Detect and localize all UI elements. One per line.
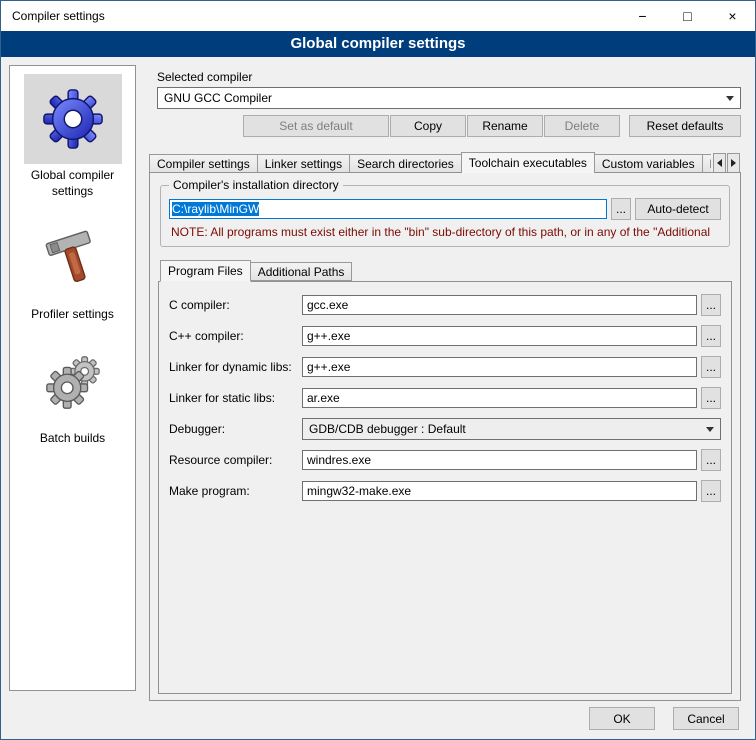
resource-compiler-input[interactable] <box>302 450 697 470</box>
copy-button[interactable]: Copy <box>390 115 466 137</box>
tab-build-options-clipped[interactable]: Builc <box>702 154 711 173</box>
close-button[interactable]: × <box>710 1 755 31</box>
compiler-actions: Set as default Copy Rename Delete Reset … <box>147 115 741 137</box>
tab-compiler-settings[interactable]: Compiler settings <box>149 154 258 173</box>
minimize-button[interactable]: − <box>620 1 665 31</box>
installation-directory-legend: Compiler's installation directory <box>169 178 343 192</box>
maximize-icon: □ <box>683 8 691 24</box>
install-dir-browse-button[interactable]: ... <box>611 198 631 220</box>
dropdown-arrow-icon <box>706 427 714 432</box>
dropdown-arrow-icon <box>726 96 734 101</box>
compiler-select[interactable]: GNU GCC Compiler <box>157 87 741 109</box>
sidebar-item-label: Global compiler settings <box>10 168 135 199</box>
install-dir-input[interactable]: C:\raylib\MinGW <box>169 199 607 219</box>
close-icon: × <box>728 8 736 24</box>
installation-directory-row: C:\raylib\MinGW ... Auto-detect <box>169 198 721 220</box>
make-program-row: Make program: ... <box>169 480 721 502</box>
sidebar-item-global-compiler-settings[interactable]: Global compiler settings <box>10 74 135 199</box>
tab-scroll-buttons <box>713 153 740 173</box>
bin-subdirectory-note: NOTE: All programs must exist either in … <box>171 225 719 239</box>
dynamic-linker-row: Linker for dynamic libs: ... <box>169 356 721 378</box>
dynamic-linker-browse-button[interactable]: ... <box>701 356 721 378</box>
blue-gear-icon <box>42 88 104 150</box>
maximize-button[interactable]: □ <box>665 1 710 31</box>
install-dir-selected-text: C:\raylib\MinGW <box>172 202 259 216</box>
sidebar-item-batch-builds[interactable]: Batch builds <box>10 337 135 447</box>
delete-button: Delete <box>544 115 620 137</box>
titlebar: Compiler settings − □ × <box>1 1 755 31</box>
window-title: Compiler settings <box>1 9 105 23</box>
installation-directory-group: Compiler's installation directory C:\ray… <box>160 185 730 247</box>
cpp-compiler-browse-button[interactable]: ... <box>701 325 721 347</box>
settings-sidebar: Global compiler settings Profiler settin… <box>9 65 136 691</box>
c-compiler-input[interactable] <box>302 295 697 315</box>
tab-search-directories[interactable]: Search directories <box>349 154 462 173</box>
tab-scroll-right-icon <box>731 159 736 167</box>
debugger-row: Debugger: GDB/CDB debugger : Default <box>169 418 721 440</box>
subtab-program-files[interactable]: Program Files <box>160 260 251 282</box>
resource-compiler-browse-button[interactable]: ... <box>701 449 721 471</box>
debugger-label: Debugger: <box>169 422 302 436</box>
resource-compiler-row: Resource compiler: ... <box>169 449 721 471</box>
set-as-default-button: Set as default <box>243 115 389 137</box>
compiler-settings-dialog: Compiler settings − □ × Global compiler … <box>0 0 756 740</box>
compiler-select-value: GNU GCC Compiler <box>164 91 272 105</box>
subtab-additional-paths[interactable]: Additional Paths <box>250 262 353 281</box>
profiler-iconbox <box>24 213 122 303</box>
dynamic-linker-input[interactable] <box>302 357 697 377</box>
cpp-compiler-label: C++ compiler: <box>169 329 302 343</box>
static-linker-row: Linker for static libs: ... <box>169 387 721 409</box>
cpp-compiler-row: C++ compiler: ... <box>169 325 721 347</box>
tab-scroll-right-button[interactable] <box>727 153 740 173</box>
ok-button[interactable]: OK <box>589 707 655 730</box>
cancel-button[interactable]: Cancel <box>673 707 739 730</box>
sidebar-item-label: Batch builds <box>36 431 109 447</box>
settings-tab-bar: Compiler settings Linker settings Search… <box>149 151 711 173</box>
reset-defaults-button[interactable]: Reset defaults <box>629 115 741 137</box>
c-compiler-browse-button[interactable]: ... <box>701 294 721 316</box>
sidebar-item-label: Profiler settings <box>27 307 118 323</box>
tab-custom-variables[interactable]: Custom variables <box>594 154 703 173</box>
static-linker-label: Linker for static libs: <box>169 391 302 405</box>
tab-toolchain-executables[interactable]: Toolchain executables <box>461 152 595 173</box>
tab-linker-settings[interactable]: Linker settings <box>257 154 350 173</box>
batch-builds-iconbox <box>24 337 122 427</box>
main-panel: Selected compiler GNU GCC Compiler Set a… <box>147 65 741 705</box>
dynamic-linker-label: Linker for dynamic libs: <box>169 360 302 374</box>
auto-detect-button[interactable]: Auto-detect <box>635 198 721 220</box>
profiler-tool-icon <box>43 228 103 288</box>
minimize-icon: − <box>638 8 646 24</box>
window-controls: − □ × <box>620 1 755 31</box>
make-program-label: Make program: <box>169 484 302 498</box>
sidebar-item-profiler-settings[interactable]: Profiler settings <box>10 213 135 323</box>
make-program-input[interactable] <box>302 481 697 501</box>
page-title: Global compiler settings <box>1 31 755 57</box>
toolchain-subtab-bar: Program Files Additional Paths <box>160 259 732 281</box>
global-compiler-iconbox <box>24 74 122 164</box>
debugger-select-value: GDB/CDB debugger : Default <box>309 422 466 436</box>
c-compiler-row: C compiler: ... <box>169 294 721 316</box>
static-linker-browse-button[interactable]: ... <box>701 387 721 409</box>
rename-button[interactable]: Rename <box>467 115 543 137</box>
program-files-panel: C compiler: ... C++ compiler: ... Linker… <box>158 281 732 694</box>
tab-scroll-left-icon <box>717 159 722 167</box>
cpp-compiler-input[interactable] <box>302 326 697 346</box>
static-linker-input[interactable] <box>302 388 697 408</box>
c-compiler-label: C compiler: <box>169 298 302 312</box>
resource-compiler-label: Resource compiler: <box>169 453 302 467</box>
debugger-select[interactable]: GDB/CDB debugger : Default <box>302 418 721 440</box>
selected-compiler-label: Selected compiler <box>157 70 252 84</box>
tab-scroll-left-button[interactable] <box>713 153 726 173</box>
toolchain-executables-panel: Compiler's installation directory C:\ray… <box>149 172 741 701</box>
make-program-browse-button[interactable]: ... <box>701 480 721 502</box>
batch-builds-gears-icon <box>42 351 104 413</box>
